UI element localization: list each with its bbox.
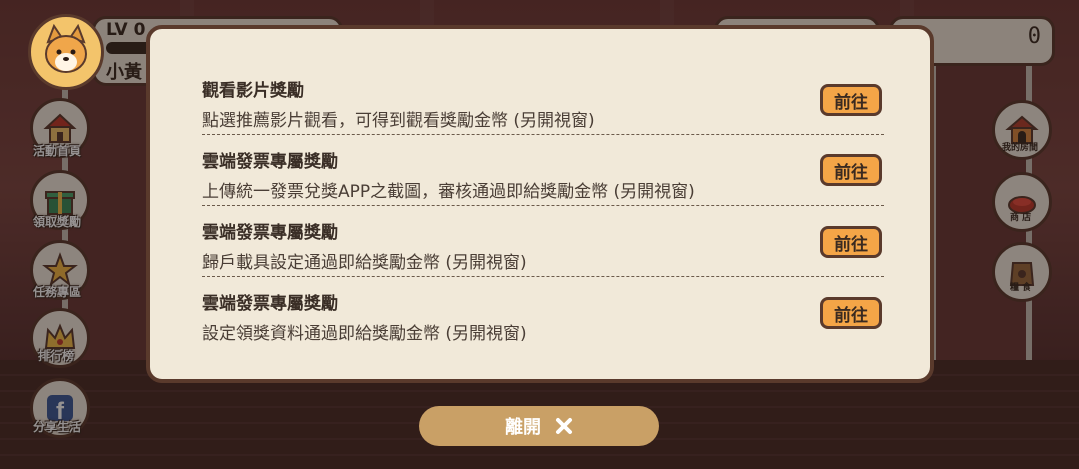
row-divider (202, 134, 884, 135)
row-divider (202, 205, 884, 206)
reward-row: 雲端發票專屬獎勵 設定領獎資料通過即給獎勵金幣 (另開視窗) 前往 (202, 289, 882, 359)
reward-title: 雲端發票專屬獎勵 (202, 223, 338, 243)
shiba-dog-icon (45, 24, 87, 73)
reward-title: 觀看影片獎勵 (202, 81, 304, 101)
reward-row: 雲端發票專屬獎勵 上傳統一發票兌獎APP之截圖，審核通過即給獎勵金幣 (另開視窗… (202, 147, 882, 217)
close-x-icon (556, 418, 572, 434)
reward-description: 上傳統一發票兌獎APP之截圖，審核通過即給獎勵金幣 (另開視窗) (202, 182, 695, 202)
go-button[interactable]: 前往 (820, 226, 882, 258)
reward-description: 點選推薦影片觀看，可得到觀看獎勵金幣 (另開視窗) (202, 111, 595, 131)
leave-button[interactable]: 離開 (419, 406, 659, 446)
row-divider (202, 276, 884, 277)
go-button[interactable]: 前往 (820, 84, 882, 116)
reward-row: 觀看影片獎勵 點選推薦影片觀看，可得到觀看獎勵金幣 (另開視窗) 前往 (202, 76, 882, 146)
leave-label: 離開 (505, 417, 541, 438)
go-button[interactable]: 前往 (820, 154, 882, 186)
game-screen: LV 0 小黃 0 活動首頁 領取獎勵 任務專區 排行榜 f 分享生活 我的房間… (0, 0, 1079, 469)
reward-description: 歸戶載具設定通過即給獎勵金幣 (另開視窗) (202, 253, 527, 273)
reward-row: 雲端發票專屬獎勵 歸戶載具設定通過即給獎勵金幣 (另開視窗) 前往 (202, 218, 882, 288)
reward-dialog: 觀看影片獎勵 點選推薦影片觀看，可得到觀看獎勵金幣 (另開視窗) 前往 雲端發票… (146, 25, 934, 383)
reward-description: 設定領獎資料通過即給獎勵金幣 (另開視窗) (202, 324, 527, 344)
reward-title: 雲端發票專屬獎勵 (202, 294, 338, 314)
avatar[interactable] (28, 14, 104, 90)
go-button[interactable]: 前往 (820, 297, 882, 329)
reward-title: 雲端發票專屬獎勵 (202, 152, 338, 172)
